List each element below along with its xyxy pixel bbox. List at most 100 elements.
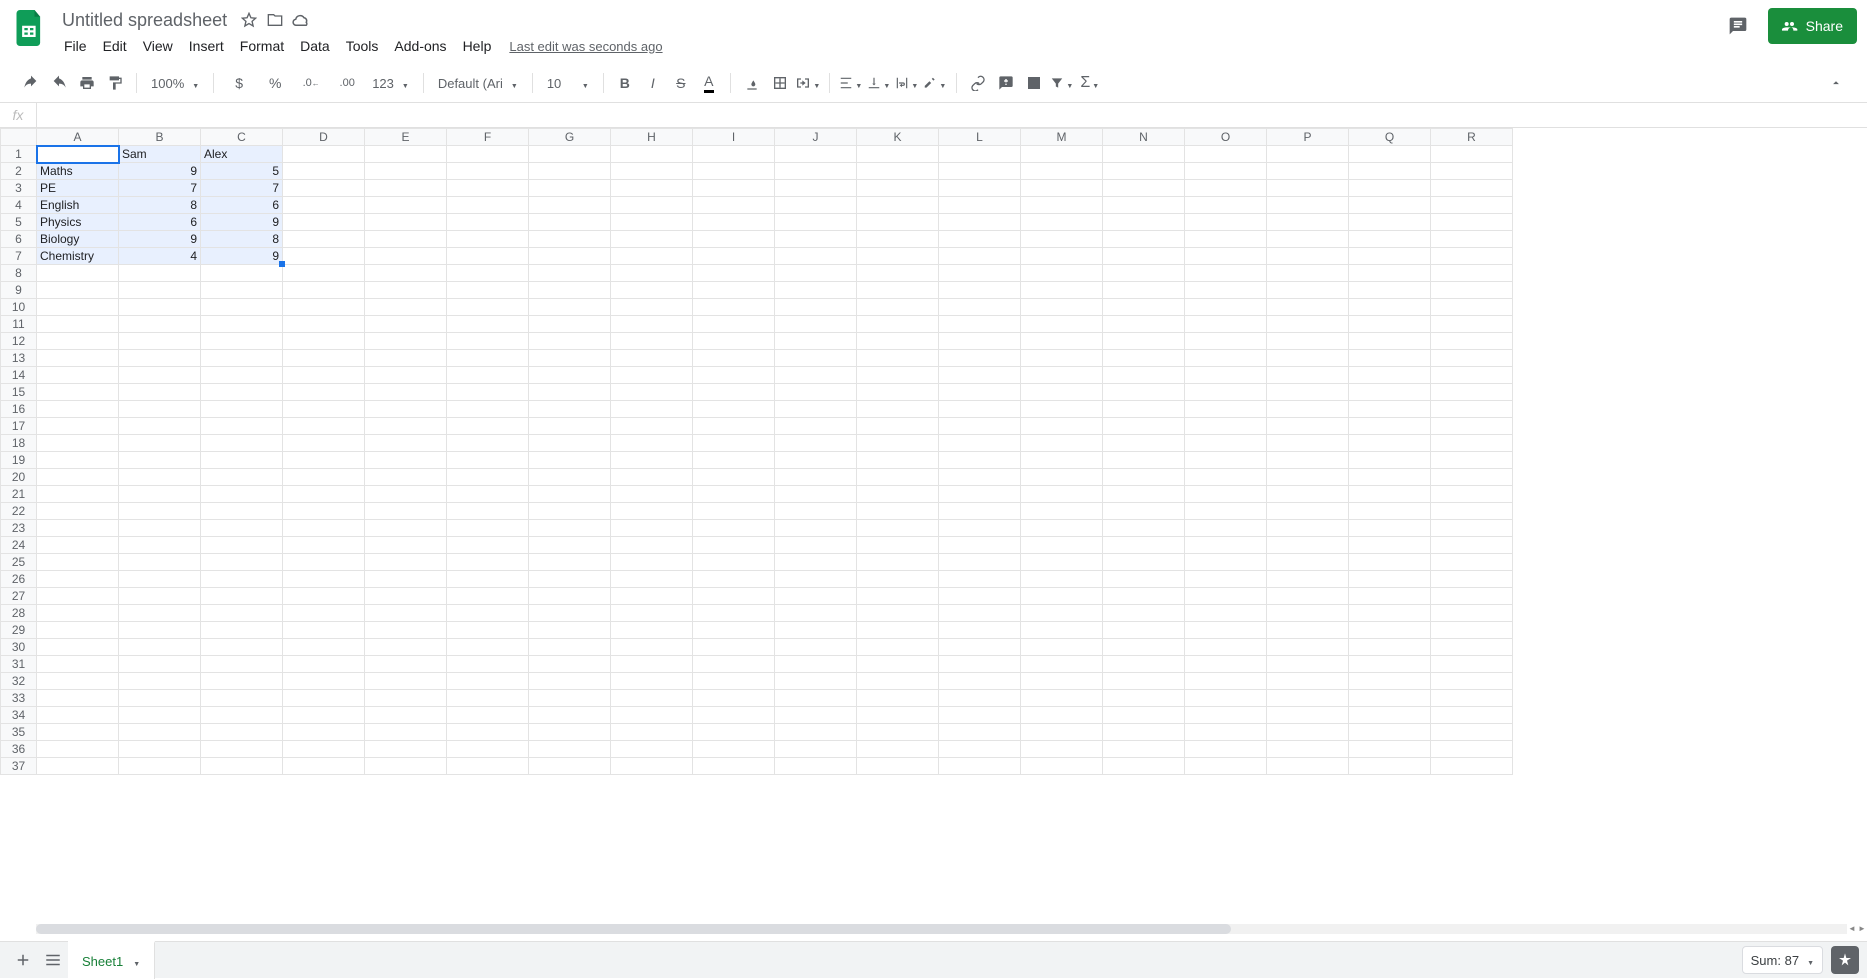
- cell-C25[interactable]: [201, 554, 283, 571]
- cell-J16[interactable]: [775, 401, 857, 418]
- cell-H24[interactable]: [611, 537, 693, 554]
- cell-B29[interactable]: [119, 622, 201, 639]
- row-header-27[interactable]: 27: [1, 588, 37, 605]
- cell-F29[interactable]: [447, 622, 529, 639]
- cell-E11[interactable]: [365, 316, 447, 333]
- cell-G8[interactable]: [529, 265, 611, 282]
- cell-M12[interactable]: [1021, 333, 1103, 350]
- cell-J2[interactable]: [775, 163, 857, 180]
- cell-O18[interactable]: [1185, 435, 1267, 452]
- cell-K9[interactable]: [857, 282, 939, 299]
- move-icon[interactable]: [265, 10, 285, 30]
- sheet-tab[interactable]: Sheet1: [68, 941, 155, 979]
- cell-B7[interactable]: 4: [119, 248, 201, 265]
- cell-R3[interactable]: [1431, 180, 1513, 197]
- cell-F18[interactable]: [447, 435, 529, 452]
- cell-B15[interactable]: [119, 384, 201, 401]
- cell-K25[interactable]: [857, 554, 939, 571]
- cell-I5[interactable]: [693, 214, 775, 231]
- cell-J14[interactable]: [775, 367, 857, 384]
- col-header-A[interactable]: A: [37, 129, 119, 146]
- cell-L10[interactable]: [939, 299, 1021, 316]
- cell-O7[interactable]: [1185, 248, 1267, 265]
- row-header-7[interactable]: 7: [1, 248, 37, 265]
- cell-E19[interactable]: [365, 452, 447, 469]
- cell-Q6[interactable]: [1349, 231, 1431, 248]
- cell-G3[interactable]: [529, 180, 611, 197]
- row-header-13[interactable]: 13: [1, 350, 37, 367]
- cell-O21[interactable]: [1185, 486, 1267, 503]
- cell-K37[interactable]: [857, 758, 939, 775]
- cell-N20[interactable]: [1103, 469, 1185, 486]
- cell-H15[interactable]: [611, 384, 693, 401]
- cell-K13[interactable]: [857, 350, 939, 367]
- functions-button[interactable]: Σ: [1077, 70, 1103, 96]
- cell-C33[interactable]: [201, 690, 283, 707]
- cell-N16[interactable]: [1103, 401, 1185, 418]
- cell-N32[interactable]: [1103, 673, 1185, 690]
- cell-I28[interactable]: [693, 605, 775, 622]
- row-header-14[interactable]: 14: [1, 367, 37, 384]
- cell-H17[interactable]: [611, 418, 693, 435]
- cell-A25[interactable]: [37, 554, 119, 571]
- cell-A24[interactable]: [37, 537, 119, 554]
- cell-Q1[interactable]: [1349, 146, 1431, 163]
- cell-N7[interactable]: [1103, 248, 1185, 265]
- cell-M18[interactable]: [1021, 435, 1103, 452]
- cell-N22[interactable]: [1103, 503, 1185, 520]
- cell-N37[interactable]: [1103, 758, 1185, 775]
- cell-O15[interactable]: [1185, 384, 1267, 401]
- cell-B26[interactable]: [119, 571, 201, 588]
- cell-D24[interactable]: [283, 537, 365, 554]
- paint-format-button[interactable]: [102, 70, 128, 96]
- cell-J26[interactable]: [775, 571, 857, 588]
- cell-I6[interactable]: [693, 231, 775, 248]
- cell-J25[interactable]: [775, 554, 857, 571]
- cell-J3[interactable]: [775, 180, 857, 197]
- cell-J35[interactable]: [775, 724, 857, 741]
- merge-button[interactable]: [795, 70, 821, 96]
- cell-L11[interactable]: [939, 316, 1021, 333]
- cell-J31[interactable]: [775, 656, 857, 673]
- cell-F15[interactable]: [447, 384, 529, 401]
- cell-K1[interactable]: [857, 146, 939, 163]
- row-header-24[interactable]: 24: [1, 537, 37, 554]
- cell-H7[interactable]: [611, 248, 693, 265]
- cell-M35[interactable]: [1021, 724, 1103, 741]
- cell-J30[interactable]: [775, 639, 857, 656]
- cell-L16[interactable]: [939, 401, 1021, 418]
- cell-B8[interactable]: [119, 265, 201, 282]
- row-header-15[interactable]: 15: [1, 384, 37, 401]
- cell-B18[interactable]: [119, 435, 201, 452]
- cell-F32[interactable]: [447, 673, 529, 690]
- cell-J19[interactable]: [775, 452, 857, 469]
- cell-A1[interactable]: [37, 146, 119, 163]
- cell-G2[interactable]: [529, 163, 611, 180]
- cell-P32[interactable]: [1267, 673, 1349, 690]
- cell-O25[interactable]: [1185, 554, 1267, 571]
- cell-Q36[interactable]: [1349, 741, 1431, 758]
- document-title[interactable]: Untitled spreadsheet: [56, 8, 233, 33]
- cell-E14[interactable]: [365, 367, 447, 384]
- cell-M10[interactable]: [1021, 299, 1103, 316]
- cell-M2[interactable]: [1021, 163, 1103, 180]
- cell-E6[interactable]: [365, 231, 447, 248]
- cell-K30[interactable]: [857, 639, 939, 656]
- cell-K14[interactable]: [857, 367, 939, 384]
- cell-R15[interactable]: [1431, 384, 1513, 401]
- cell-M1[interactable]: [1021, 146, 1103, 163]
- col-header-J[interactable]: J: [775, 129, 857, 146]
- wrap-button[interactable]: [894, 70, 920, 96]
- row-header-28[interactable]: 28: [1, 605, 37, 622]
- cell-G18[interactable]: [529, 435, 611, 452]
- cell-B9[interactable]: [119, 282, 201, 299]
- share-button[interactable]: Share: [1768, 8, 1857, 44]
- cell-H23[interactable]: [611, 520, 693, 537]
- cell-P5[interactable]: [1267, 214, 1349, 231]
- cell-J33[interactable]: [775, 690, 857, 707]
- cell-C27[interactable]: [201, 588, 283, 605]
- cell-Q23[interactable]: [1349, 520, 1431, 537]
- cell-M30[interactable]: [1021, 639, 1103, 656]
- col-header-L[interactable]: L: [939, 129, 1021, 146]
- all-sheets-button[interactable]: [38, 945, 68, 975]
